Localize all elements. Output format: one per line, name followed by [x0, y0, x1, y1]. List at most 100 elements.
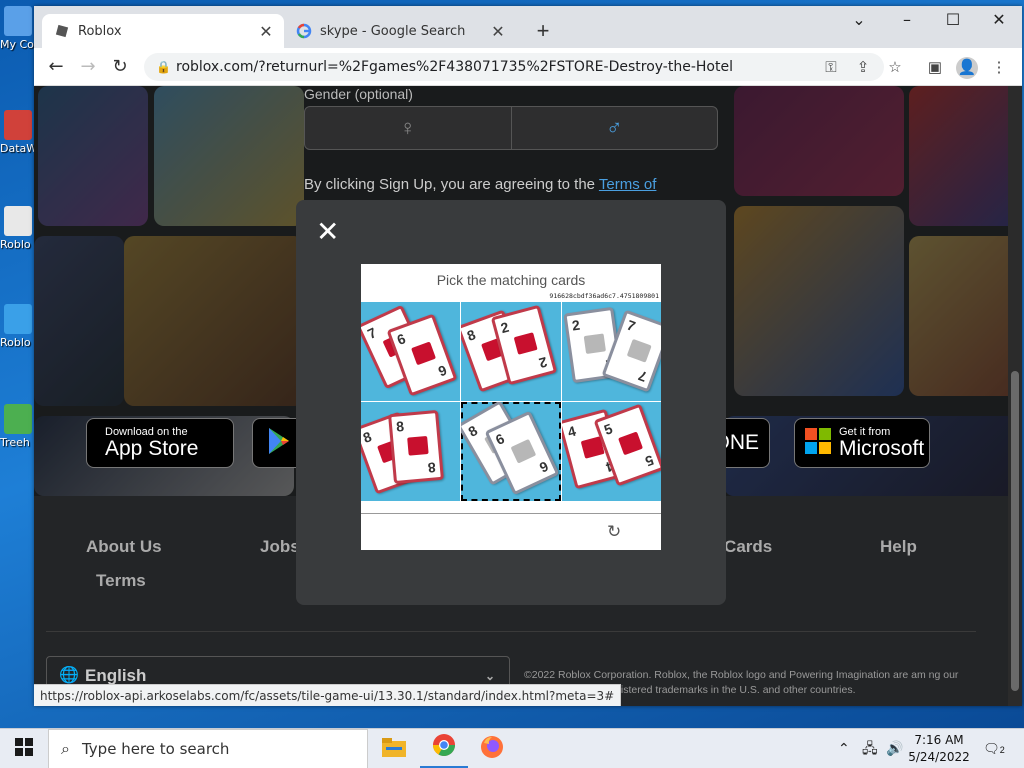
card-number: 8 [465, 326, 478, 345]
microsoft-store-badge[interactable]: Get it from Microsoft [794, 418, 930, 468]
browser-window: Roblox ✕ skype - Google Search ✕ + ⌄ – ☐… [34, 6, 1022, 706]
gender-selector: ♀ ♂ [304, 106, 718, 150]
side-panel-icon[interactable]: ▣ [924, 57, 946, 79]
menu-kebab-icon[interactable]: ⋮ [988, 57, 1010, 79]
maximize-button[interactable]: ☐ [930, 10, 976, 29]
google-icon [296, 23, 312, 39]
tab-close-icon[interactable]: ✕ [256, 22, 276, 41]
terms-link[interactable]: Terms of [599, 176, 657, 193]
scrollbar-thumb[interactable] [1011, 371, 1019, 691]
status-bar-url: https://roblox-api.arkoselabs.com/fc/ass… [34, 684, 622, 706]
card-symbol [411, 341, 437, 366]
captcha-token: 916628cbdf36ad6c7.4751809801 [549, 292, 659, 300]
desktop-icon-roblox-1[interactable]: Roblo [0, 206, 36, 251]
captcha-tile[interactable]: 8866 [461, 402, 561, 501]
key-icon[interactable]: ⚿ [820, 57, 842, 79]
lock-icon[interactable]: 🔒 [156, 53, 171, 81]
system-clock[interactable]: 7:16 AM 5/24/2022 [908, 732, 970, 766]
computer-icon [4, 6, 32, 36]
app-store-badge[interactable]: Download on the App Store [86, 418, 234, 468]
male-icon: ♂ [606, 115, 623, 140]
volume-icon[interactable]: 🔊 [886, 729, 903, 768]
desktop-icon-dataw[interactable]: DataW [0, 110, 38, 155]
refresh-icon[interactable]: ↻ [607, 522, 621, 542]
captcha-tile[interactable]: 4455 [561, 402, 661, 501]
card-symbol [514, 332, 538, 355]
back-button[interactable]: ← [44, 55, 68, 79]
tab-strip: Roblox ✕ skype - Google Search ✕ + ⌄ – ☐… [34, 6, 1022, 48]
bookmark-star-icon[interactable]: ☆ [884, 57, 906, 79]
chevron-up-icon[interactable]: ⌃ [838, 729, 850, 768]
gender-male-button[interactable]: ♂ [510, 107, 718, 149]
forward-button[interactable]: → [76, 55, 100, 79]
browser-toolbar: ← → ↻ 🔒 roblox.com/?returnurl=%2Fgames%2… [34, 48, 1022, 86]
desktop-icon-my-computer[interactable]: My Co [0, 6, 36, 51]
card-number: 8 [427, 459, 437, 476]
reload-button[interactable]: ↻ [108, 55, 132, 79]
playing-card: 88 [388, 409, 444, 485]
url-text: roblox.com/?returnurl=%2Fgames%2F4380717… [176, 59, 733, 75]
captcha-tile[interactable]: 8888 [361, 402, 461, 501]
notification-icon: 🗨 [983, 741, 1000, 756]
start-button[interactable] [0, 729, 48, 768]
new-tab-button[interactable]: + [530, 18, 556, 44]
minimize-button[interactable]: – [884, 10, 930, 29]
captcha-tile[interactable]: 7766 [361, 302, 461, 401]
terms-agreement-text: By clicking Sign Up, you are agreeing to… [304, 176, 657, 193]
page-scrollbar[interactable] [1008, 86, 1022, 706]
taskbar-search-input[interactable]: ⌕ Type here to search [48, 729, 368, 768]
tab-search-button[interactable]: ⌄ [836, 10, 882, 29]
card-number: 7 [635, 367, 649, 386]
tab-roblox[interactable]: Roblox ✕ [42, 14, 284, 48]
tab-title: Roblox [78, 23, 122, 39]
network-icon[interactable]: 🖧 [862, 729, 878, 768]
card-number: 7 [624, 316, 638, 335]
desktop-icon-treehouse[interactable]: Treeh [0, 404, 36, 449]
firefox-button[interactable] [468, 729, 516, 768]
notification-center-button[interactable]: 🗨2 [982, 737, 1006, 761]
tab-google-search[interactable]: skype - Google Search ✕ [284, 14, 516, 48]
desktop-icon-label: Roblo [0, 238, 31, 251]
windows-icon [15, 737, 33, 761]
close-window-button[interactable]: ✕ [976, 10, 1022, 29]
captcha-tile[interactable]: 2277 [561, 302, 661, 401]
footer-link-help[interactable]: Help [880, 537, 917, 557]
tab-close-icon[interactable]: ✕ [488, 22, 508, 41]
card-number: 8 [361, 428, 374, 447]
roblox-icon [4, 206, 32, 236]
card-symbol [407, 435, 429, 456]
captcha-grid: 776688222277888888664455 [361, 302, 661, 501]
address-bar[interactable]: 🔒 roblox.com/?returnurl=%2Fgames%2F43807… [144, 53, 884, 81]
firefox-icon [480, 735, 504, 764]
roblox-studio-icon [4, 304, 32, 334]
footer-link-terms[interactable]: Terms [96, 571, 146, 591]
footer-link-about[interactable]: About Us [86, 537, 162, 557]
chrome-button[interactable] [420, 729, 468, 768]
card-number: 5 [601, 420, 615, 439]
file-explorer-button[interactable] [370, 729, 418, 768]
close-icon[interactable]: ✕ [316, 218, 339, 246]
captcha-tile[interactable]: 8822 [461, 302, 561, 401]
card-number: 8 [465, 422, 481, 440]
card-number: 5 [643, 451, 656, 470]
footer-link-jobs[interactable]: Jobs [260, 537, 300, 557]
roblox-icon [54, 23, 70, 39]
search-icon: ⌕ [61, 739, 70, 758]
captcha-title: Pick the matching cards [436, 272, 586, 288]
card-number: 7 [365, 324, 379, 342]
captcha-challenge: Pick the matching cards 916628cbdf36ad6c… [361, 264, 661, 550]
card-number: 2 [570, 316, 581, 334]
desktop-icon-label: Treeh [0, 436, 30, 449]
card-symbol [583, 333, 606, 355]
roblox-page: Gender (optional) ♀ ♂ By clicking Sign U… [34, 86, 1022, 706]
card-symbol [510, 438, 537, 464]
folder-icon [382, 737, 406, 762]
share-icon[interactable]: ⇪ [852, 57, 874, 79]
app-icon [4, 404, 32, 434]
google-play-icon [263, 425, 295, 462]
desktop-icon-roblox-2[interactable]: Roblo [0, 304, 36, 349]
profile-avatar[interactable]: 👤 [956, 57, 978, 79]
desktop-icon-label: DataW [0, 142, 38, 155]
card-number: 4 [565, 422, 578, 441]
gender-female-button[interactable]: ♀ [305, 107, 511, 149]
